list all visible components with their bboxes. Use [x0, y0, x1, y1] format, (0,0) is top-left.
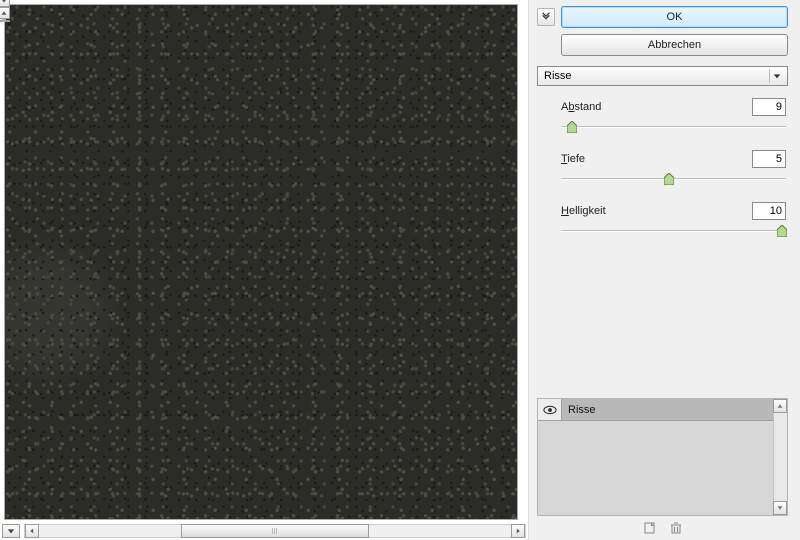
- effect-layer-name: Risse: [562, 404, 596, 416]
- chevron-down-icon: [769, 69, 783, 83]
- scroll-left-button[interactable]: [25, 524, 39, 538]
- slider-tiefe-label: Tiefe: [561, 153, 585, 165]
- slider-tiefe-value[interactable]: [752, 150, 786, 168]
- preview-panel: [0, 0, 528, 540]
- slider-thumb[interactable]: [567, 121, 577, 133]
- slider-abstand-value[interactable]: [752, 98, 786, 116]
- zoom-menu-button[interactable]: [2, 524, 20, 538]
- new-effect-layer-button[interactable]: [642, 520, 658, 536]
- slider-abstand-track[interactable]: [561, 120, 786, 134]
- scroll-down-button[interactable]: [0, 0, 10, 7]
- preview-image: [5, 5, 517, 519]
- scroll-up-button[interactable]: [0, 7, 10, 19]
- cancel-button[interactable]: Abbrechen: [561, 34, 788, 56]
- slider-thumb[interactable]: [777, 225, 787, 237]
- filter-preset-selected: Risse: [544, 70, 572, 82]
- slider-abstand: Abstand: [561, 98, 786, 134]
- slider-tiefe-track[interactable]: [561, 172, 786, 186]
- slider-helligkeit-track[interactable]: [561, 224, 786, 238]
- slider-abstand-label: Abstand: [561, 101, 601, 113]
- scroll-up-button[interactable]: [773, 399, 787, 413]
- collapse-panel-button[interactable]: [537, 8, 555, 26]
- filter-preset-dropdown[interactable]: Risse: [537, 66, 788, 86]
- ok-button[interactable]: OK: [561, 6, 788, 28]
- delete-effect-layer-button[interactable]: [668, 520, 684, 536]
- scroll-down-button[interactable]: [773, 501, 787, 515]
- preview-vertical-scrollbar[interactable]: [0, 6, 10, 8]
- slider-thumb[interactable]: [664, 173, 674, 185]
- slider-helligkeit-value[interactable]: [752, 202, 786, 220]
- slider-tiefe: Tiefe: [561, 150, 786, 186]
- slider-helligkeit: Helligkeit: [561, 202, 786, 238]
- effect-layer-row[interactable]: Risse: [538, 399, 773, 421]
- visibility-toggle[interactable]: [538, 399, 562, 420]
- controls-panel: OK Abbrechen Risse Abstand: [528, 0, 800, 540]
- slider-helligkeit-label: Helligkeit: [561, 205, 606, 217]
- layers-vertical-scrollbar[interactable]: [773, 399, 787, 515]
- preview-horizontal-scrollbar[interactable]: [24, 524, 526, 538]
- preview-viewport[interactable]: [4, 4, 518, 520]
- eye-icon: [543, 405, 557, 415]
- effect-layers-panel: Risse: [537, 398, 788, 516]
- scroll-thumb[interactable]: [181, 524, 369, 538]
- scroll-right-button[interactable]: [511, 524, 525, 538]
- scroll-thumb[interactable]: [0, 20, 10, 22]
